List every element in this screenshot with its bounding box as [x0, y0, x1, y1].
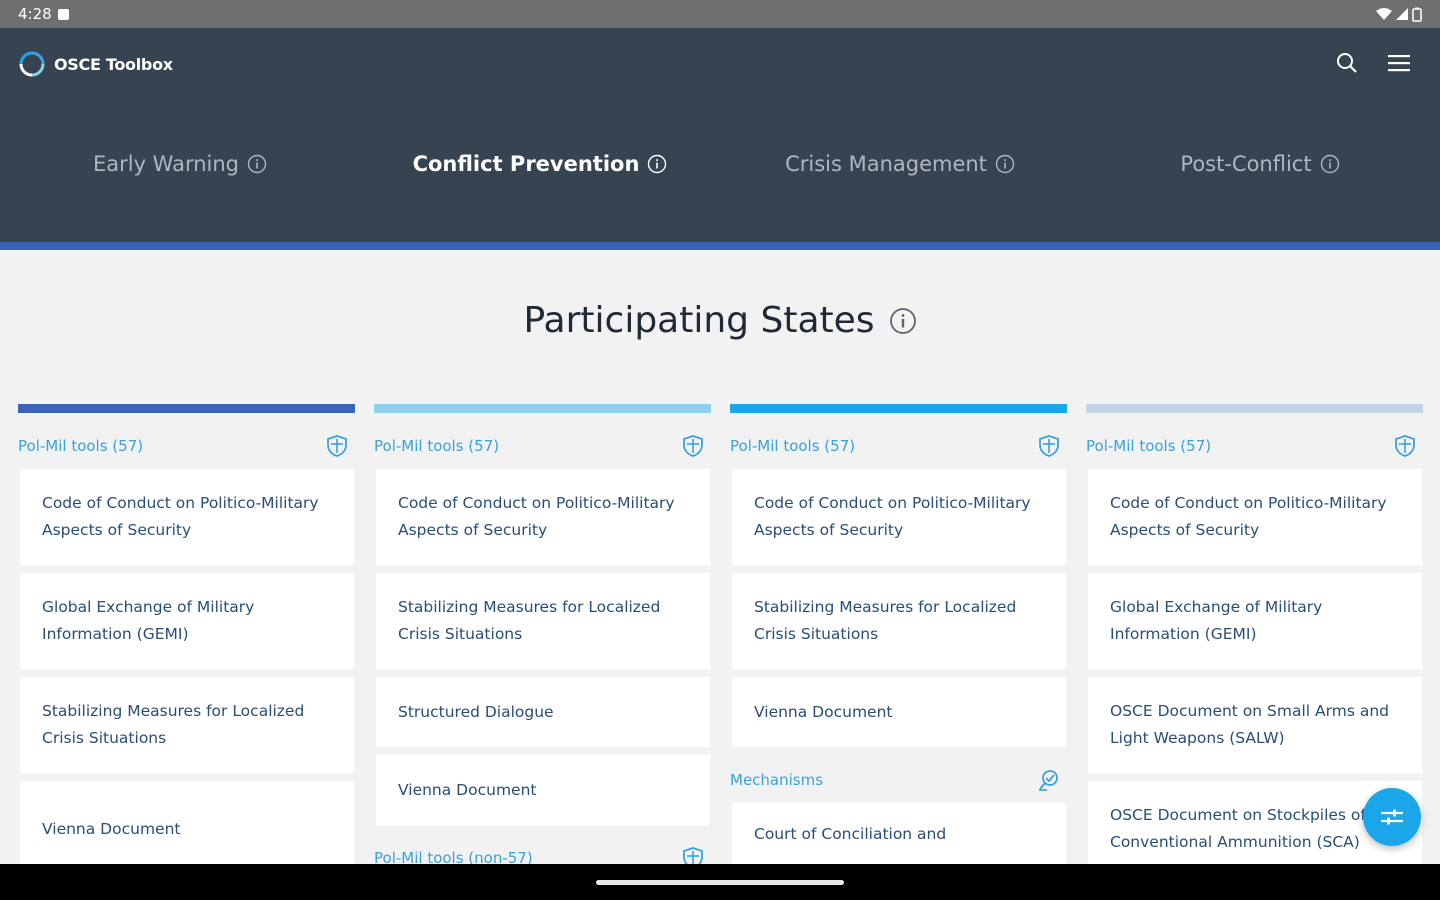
info-icon[interactable] — [995, 154, 1015, 174]
tool-column: Pol-Mil tools (57) Code of Conduct on Po… — [18, 404, 355, 864]
tool-card-label: Structured Dialogue — [398, 702, 554, 721]
filter-fab-button[interactable] — [1363, 788, 1421, 846]
tool-card[interactable]: Global Exchange of Military Information … — [20, 573, 354, 669]
tool-card[interactable]: Structured Dialogue — [376, 677, 710, 747]
group-title: Pol-Mil tools (57) — [374, 437, 500, 455]
tab-label: Post-Conflict — [1180, 152, 1312, 176]
tool-card[interactable]: Vienna Document — [732, 677, 1066, 747]
tool-card-label: Global Exchange of Military Information … — [1110, 598, 1323, 643]
column-color-bar — [1086, 404, 1423, 413]
tool-card-label: Global Exchange of Military Information … — [42, 598, 255, 643]
group-title: Mechanisms — [730, 771, 824, 789]
tab-label: Early Warning — [92, 152, 240, 176]
status-bar: 4:28 — [0, 0, 1440, 28]
column-color-bar — [374, 404, 711, 413]
tool-card-label: Vienna Document — [42, 819, 181, 838]
tool-card-label: Court of Conciliation and — [754, 825, 947, 843]
tool-card-label: Stabilizing Measures for Localized Crisi… — [42, 702, 305, 747]
signal-icon — [1396, 8, 1408, 20]
tool-column: Pol-Mil tools (57) Code of Conduct on Po… — [374, 404, 711, 864]
tool-column: Pol-Mil tools (57) Code of Conduct on Po… — [730, 404, 1067, 864]
tab-post-conflict[interactable]: Post-Conflict — [1080, 152, 1440, 176]
group-title: Pol-Mil tools (57) — [18, 437, 144, 455]
wifi-icon — [1376, 7, 1392, 20]
info-icon[interactable] — [1320, 154, 1340, 174]
home-gesture-handle[interactable] — [596, 880, 844, 885]
osce-logo-icon — [19, 51, 45, 77]
tool-card-label: Vienna Document — [398, 780, 537, 799]
group-header[interactable]: Pol-Mil tools (non-57) — [374, 835, 711, 864]
system-navigation-bar — [0, 864, 1440, 900]
search-icon — [1337, 53, 1357, 73]
tool-card-label: Code of Conduct on Politico-Military Asp… — [398, 494, 675, 539]
tab-crisis-management[interactable]: Crisis Management — [720, 152, 1080, 176]
tool-card[interactable]: Code of Conduct on Politico-Military Asp… — [1088, 469, 1422, 565]
shield-icon — [681, 434, 705, 458]
notification-icon — [57, 8, 69, 20]
tool-card[interactable]: OSCE Document on Small Arms and Light We… — [1088, 677, 1422, 773]
group-header[interactable]: Mechanisms — [730, 757, 1067, 803]
tool-columns: Pol-Mil tools (57) Code of Conduct on Po… — [18, 404, 1423, 864]
tool-card-label: Vienna Document — [754, 702, 893, 721]
tool-card[interactable]: Code of Conduct on Politico-Military Asp… — [732, 469, 1066, 565]
filter-sliders-icon — [1381, 809, 1403, 825]
shield-icon — [1037, 434, 1061, 458]
menu-button[interactable] — [1386, 50, 1412, 76]
tool-card[interactable]: Global Exchange of Military Information … — [1088, 573, 1422, 669]
tool-card[interactable]: Code of Conduct on Politico-Military Asp… — [376, 469, 710, 565]
group-header[interactable]: Pol-Mil tools (57) — [730, 423, 1067, 469]
tool-card[interactable]: Stabilizing Measures for Localized Crisi… — [732, 573, 1066, 669]
tool-card-label: OSCE Document on Small Arms and Light We… — [1110, 702, 1389, 747]
tab-label: Conflict Prevention — [412, 152, 640, 176]
group-title: Pol-Mil tools (57) — [730, 437, 856, 455]
group-header[interactable]: Pol-Mil tools (57) — [374, 423, 711, 469]
tab-early-warning[interactable]: Early Warning — [0, 152, 360, 176]
info-icon[interactable] — [647, 154, 667, 174]
app-header: OSCE Toolbox Early Warning Conflict Prev… — [0, 28, 1440, 242]
group-title: Pol-Mil tools (57) — [1086, 437, 1212, 455]
tab-label: Crisis Management — [785, 152, 987, 176]
page-title: Participating States — [523, 300, 875, 341]
active-phase-underline — [0, 242, 1440, 250]
app-logo[interactable]: OSCE Toolbox — [18, 50, 173, 78]
tool-card[interactable]: Vienna Document — [20, 781, 354, 864]
tool-card[interactable]: Stabilizing Measures for Localized Crisi… — [376, 573, 710, 669]
tool-card[interactable]: Vienna Document — [376, 755, 710, 825]
app-name: OSCE Toolbox — [54, 54, 173, 74]
info-icon[interactable] — [247, 154, 267, 174]
tool-card[interactable]: Code of Conduct on Politico-Military Asp… — [20, 469, 354, 565]
section-title: Participating States — [0, 300, 1440, 341]
battery-icon — [1412, 7, 1422, 22]
shield-icon — [681, 846, 705, 864]
tool-card-label: Stabilizing Measures for Localized Crisi… — [398, 598, 661, 643]
tab-conflict-prevention[interactable]: Conflict Prevention — [360, 152, 720, 176]
menu-icon — [1388, 55, 1410, 72]
tool-card-label: Code of Conduct on Politico-Military Asp… — [1110, 494, 1387, 539]
phase-tabs: Early Warning Conflict Prevention Crisis… — [0, 152, 1440, 176]
shield-icon — [325, 434, 349, 458]
search-button[interactable] — [1334, 50, 1360, 76]
status-time: 4:28 — [18, 5, 52, 23]
group-header[interactable]: Pol-Mil tools (57) — [18, 423, 355, 469]
tool-card[interactable]: Court of Conciliation and — [732, 803, 1066, 864]
group-header[interactable]: Pol-Mil tools (57) — [1086, 423, 1423, 469]
tool-card-label: Code of Conduct on Politico-Military Asp… — [42, 494, 319, 539]
tool-card[interactable]: Stabilizing Measures for Localized Crisi… — [20, 677, 354, 773]
tool-card-label: Code of Conduct on Politico-Military Asp… — [754, 494, 1031, 539]
tool-card-label: Stabilizing Measures for Localized Crisi… — [754, 598, 1017, 643]
group-title: Pol-Mil tools (non-57) — [374, 849, 533, 864]
mechanism-icon — [1037, 768, 1061, 792]
column-color-bar — [18, 404, 355, 413]
tool-card-label: OSCE Document on Stockpiles of Conventio… — [1110, 806, 1366, 851]
column-color-bar — [730, 404, 1067, 413]
info-icon[interactable] — [889, 307, 917, 335]
shield-icon — [1393, 434, 1417, 458]
